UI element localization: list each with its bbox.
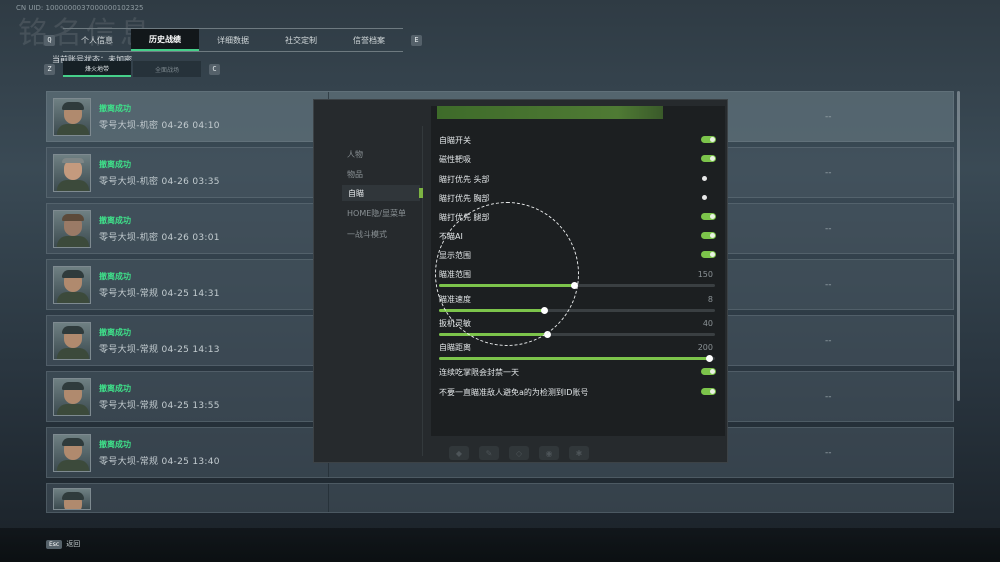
operator-avatar: [53, 488, 91, 510]
toggle-label: 瞄打优先 胸部: [439, 194, 490, 203]
slider-value: 8: [707, 295, 713, 304]
subkey-hint-left: Z: [44, 63, 55, 75]
operator-avatar: [53, 97, 91, 136]
slider-value: 150: [697, 270, 713, 279]
subtab-extraction[interactable]: 烽火地带: [63, 61, 131, 77]
selected-marker: [419, 188, 423, 198]
key-hint-left: Q: [44, 34, 55, 46]
tab-social[interactable]: 社交定制: [267, 29, 335, 51]
match-detail: 零号大坝-常规 04-25 13:40: [99, 456, 220, 467]
esc-back-button[interactable]: Esc 返回: [46, 539, 80, 549]
distance-slider[interactable]: [439, 355, 715, 362]
chest-priority-toggle[interactable]: [701, 194, 716, 201]
mode-subbar: Z 烽火地带 全面战场 C: [44, 61, 220, 77]
match-result: 撤离成功: [99, 215, 131, 225]
detection-warning-toggle[interactable]: [701, 388, 716, 395]
menu-item-player[interactable]: 人物: [347, 149, 363, 160]
match-extra: --: [825, 336, 832, 346]
slider-knob[interactable]: [706, 355, 714, 362]
menu-item-items[interactable]: 物品: [347, 169, 363, 180]
tab-reputation[interactable]: 信誉档案: [335, 29, 403, 51]
settings-icon[interactable]: ✱: [569, 446, 589, 460]
tag-icon[interactable]: ◇: [509, 446, 529, 460]
tab-profile[interactable]: 个人信息: [63, 29, 131, 51]
match-detail: 零号大坝-机密 04-26 03:01: [99, 232, 220, 243]
overlay-menu: 人物 物品 自瞄 HOME隐/显菜单 一战斗模式 自瞄开关 磁性靶吸 瞄打优先 …: [313, 99, 728, 463]
operator-avatar: [53, 321, 91, 360]
match-extra: --: [825, 112, 832, 122]
aimbot-toggle[interactable]: [701, 136, 716, 143]
match-row[interactable]: [46, 483, 954, 513]
match-detail: 零号大坝-常规 04-25 14:13: [99, 344, 220, 355]
match-extra: --: [825, 168, 832, 178]
operator-avatar: [53, 377, 91, 416]
edit-icon[interactable]: ✎: [479, 446, 499, 460]
match-detail: 零号大坝-机密 04-26 03:35: [99, 176, 220, 187]
head-priority-toggle[interactable]: [701, 175, 716, 182]
panel-header-bar: [437, 106, 663, 119]
tab-detailed-data[interactable]: 详细数据: [199, 29, 267, 51]
slider-label: 自瞄距离: [439, 343, 471, 352]
match-detail: 零号大坝-常规 04-25 14:31: [99, 288, 220, 299]
menu-item-aimbot-label: 自瞄: [348, 188, 364, 198]
match-extra: --: [825, 448, 832, 458]
match-result: 撤离成功: [99, 327, 131, 337]
tab-list: 个人信息 历史战绩 详细数据 社交定制 信誉档案: [63, 28, 403, 52]
subtab-warfare[interactable]: 全面战场: [133, 61, 201, 77]
operator-avatar: [53, 209, 91, 248]
toggle-label: 瞄打优先 头部: [439, 175, 490, 184]
gear-icon[interactable]: ◆: [449, 446, 469, 460]
slider-value: 200: [697, 343, 713, 352]
toggle-label: 磁性靶吸: [439, 155, 471, 164]
match-result: 撤离成功: [99, 159, 131, 169]
match-result: 撤离成功: [99, 271, 131, 281]
footer-bar: [0, 528, 1000, 562]
toggle-label: 不要一直瞄准敌人避免a的为检测到ID账号: [439, 388, 589, 397]
main-tabbar: Q 个人信息 历史战绩 详细数据 社交定制 信誉档案 E: [44, 28, 422, 52]
legs-priority-toggle[interactable]: [701, 213, 716, 220]
operator-avatar: [53, 265, 91, 304]
match-detail: 零号大坝-常规 04-25 13:55: [99, 400, 220, 411]
match-detail: 零号大坝-机密 04-26 04:10: [99, 120, 220, 131]
show-fov-toggle[interactable]: [701, 251, 716, 258]
ignore-ai-toggle[interactable]: [701, 232, 716, 239]
magnetic-toggle[interactable]: [701, 155, 716, 162]
match-result: 撤离成功: [99, 383, 131, 393]
toggle-label: 连续吃掌限会封禁一天: [439, 368, 519, 377]
esc-label: 返回: [66, 540, 81, 548]
match-extra: --: [825, 224, 832, 234]
ban-warning-toggle[interactable]: [701, 368, 716, 375]
tab-match-history[interactable]: 历史战绩: [131, 29, 199, 51]
match-extra: --: [825, 280, 832, 290]
menu-item-home-toggle[interactable]: HOME隐/显菜单: [347, 208, 406, 219]
list-scrollbar[interactable]: [957, 91, 960, 401]
overlay-icon-row: ◆ ✎ ◇ ◉ ✱: [449, 446, 589, 460]
overlay-category-list: 人物 物品 自瞄 HOME隐/显菜单 一战斗模式: [337, 126, 423, 456]
operator-avatar: [53, 153, 91, 192]
slider-value: 40: [702, 319, 713, 328]
eye-icon[interactable]: ◉: [539, 446, 559, 460]
menu-item-aimbot[interactable]: 自瞄: [342, 185, 423, 201]
match-result: 撤离成功: [99, 439, 131, 449]
fov-circle: [435, 202, 579, 346]
operator-avatar: [53, 433, 91, 472]
esc-key-icon: Esc: [46, 539, 63, 549]
match-result: 撤离成功: [99, 103, 131, 113]
toggle-label: 自瞄开关: [439, 136, 471, 145]
subkey-hint-right: C: [209, 63, 220, 75]
key-hint-right: E: [411, 34, 422, 46]
match-extra: --: [825, 392, 832, 402]
menu-item-combat-mode[interactable]: 一战斗模式: [347, 229, 387, 240]
